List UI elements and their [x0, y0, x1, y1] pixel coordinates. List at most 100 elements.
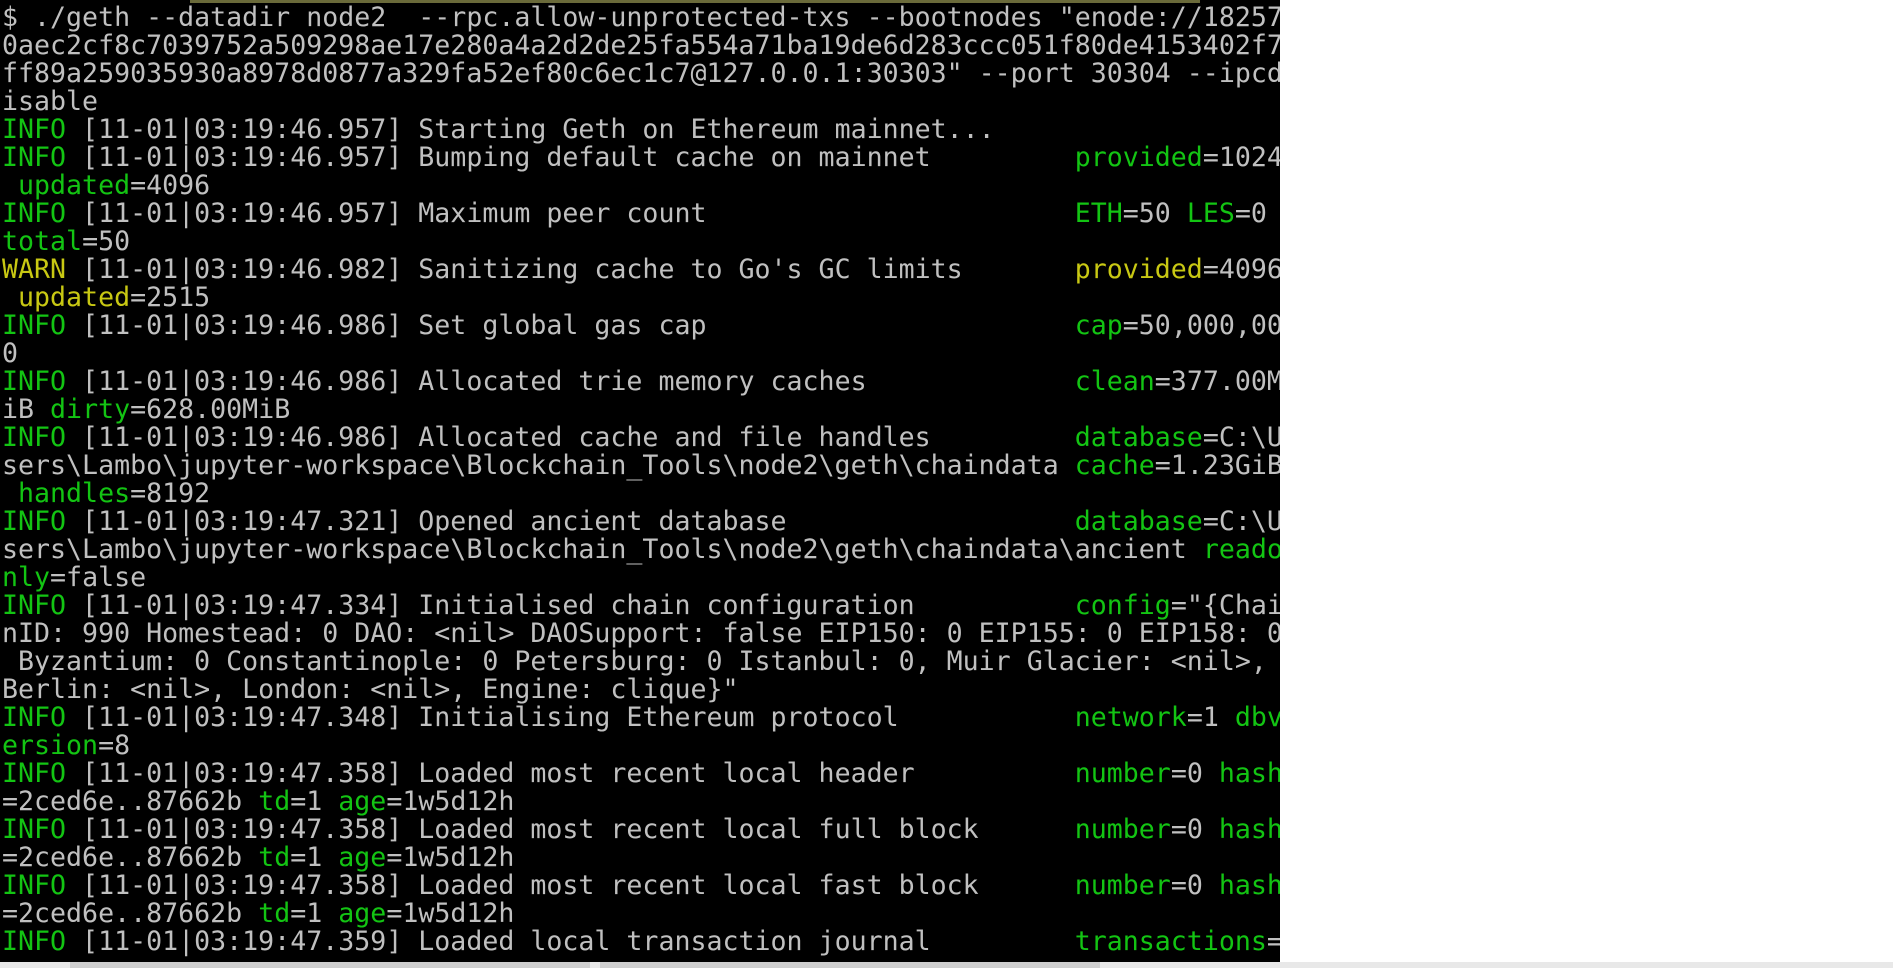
- terminal-text: dirty: [50, 394, 131, 425]
- terminal-text: =1w5d12h: [386, 842, 515, 873]
- terminal-text: $ ./geth --datadir node2 --rpc.allow-unp…: [2, 2, 1280, 33]
- terminal-text: =: [1266, 926, 1280, 957]
- terminal-line: nID: 990 Homestead: 0 DAO: <nil> DAOSupp…: [2, 620, 1280, 648]
- terminal-text: =4096: [130, 170, 211, 201]
- terminal-text: INFO: [2, 310, 67, 341]
- terminal-text: [11-01|03:19:46.957] Bumping default cac…: [66, 142, 1075, 173]
- terminal-line: sers\Lambo\jupyter-workspace\Blockchain_…: [2, 452, 1280, 480]
- terminal-text: =1.23GiB: [1154, 450, 1280, 481]
- terminal-text: =2ced6e..87662b: [2, 898, 259, 929]
- terminal-text: =50: [1122, 198, 1187, 229]
- terminal-text: number: [1074, 758, 1171, 789]
- terminal-text: total: [2, 226, 83, 257]
- terminal-line: total=50: [2, 228, 1280, 256]
- terminal-text: network: [1074, 702, 1187, 733]
- terminal-text: INFO: [2, 870, 67, 901]
- terminal-line: isable: [2, 88, 1280, 116]
- terminal-text: =50: [82, 226, 131, 257]
- terminal-text: =1: [290, 898, 339, 929]
- terminal-text: nly: [2, 562, 51, 593]
- terminal-text: =1: [290, 786, 339, 817]
- terminal-line: Byzantium: 0 Constantinople: 0 Petersbur…: [2, 648, 1280, 676]
- terminal-text: =1w5d12h: [386, 898, 515, 929]
- terminal-line: updated=2515: [2, 284, 1280, 312]
- terminal-text: =50,000,00: [1122, 310, 1280, 341]
- terminal-text: age: [338, 842, 387, 873]
- terminal-text: =377.00M: [1154, 366, 1280, 397]
- terminal-text: INFO: [2, 758, 67, 789]
- terminal-line: INFO [11-01|03:19:47.358] Loaded most re…: [2, 816, 1280, 844]
- terminal-line: INFO [11-01|03:19:46.957] Starting Geth …: [2, 116, 1280, 144]
- terminal-line: =2ced6e..87662b td=1 age=1w5d12h: [2, 844, 1280, 872]
- terminal-line: handles=8192: [2, 480, 1280, 508]
- terminal-text: sers\Lambo\jupyter-workspace\Blockchain_…: [2, 450, 1075, 481]
- terminal-text: LES: [1186, 198, 1235, 229]
- terminal-text: age: [338, 786, 387, 817]
- terminal-text: updated: [2, 282, 131, 313]
- terminal-text: =1w5d12h: [386, 786, 515, 817]
- terminal-text: td: [258, 786, 291, 817]
- terminal-text: =8: [98, 730, 131, 761]
- terminal-line: INFO [11-01|03:19:46.986] Set global gas…: [2, 312, 1280, 340]
- terminal-text: =2515: [130, 282, 211, 313]
- terminal-text: td: [258, 842, 291, 873]
- terminal-text: [11-01|03:19:46.982] Sanitizing cache to…: [66, 254, 1075, 285]
- terminal-text: updated: [2, 170, 131, 201]
- terminal-text: clean: [1074, 366, 1155, 397]
- terminal-text: ETH: [1074, 198, 1123, 229]
- terminal-text: nID: 990 Homestead: 0 DAO: <nil> DAOSupp…: [2, 618, 1280, 649]
- terminal-text: INFO: [2, 198, 67, 229]
- terminal-text: =C:\U: [1202, 422, 1280, 453]
- terminal-text: =8192: [130, 478, 211, 509]
- terminal-line: nly=false: [2, 564, 1280, 592]
- terminal-text: =0: [1170, 758, 1219, 789]
- terminal-line: =2ced6e..87662b td=1 age=1w5d12h: [2, 788, 1280, 816]
- terminal-text: database: [1074, 422, 1203, 453]
- terminal-text: =2ced6e..87662b: [2, 786, 259, 817]
- terminal-text: number: [1074, 870, 1171, 901]
- terminal-text: provided: [1074, 142, 1203, 173]
- terminal-line: =2ced6e..87662b td=1 age=1w5d12h: [2, 900, 1280, 928]
- terminal-line: INFO [11-01|03:19:47.359] Loaded local t…: [2, 928, 1280, 956]
- terminal-text: ="{Chai: [1170, 590, 1280, 621]
- terminal-line: $ ./geth --datadir node2 --rpc.allow-unp…: [2, 4, 1280, 32]
- terminal-line: INFO [11-01|03:19:47.358] Loaded most re…: [2, 760, 1280, 788]
- terminal-text: 0aec2cf8c7039752a509298ae17e280a4a2d2de2…: [2, 30, 1280, 61]
- taskbar-segment: [70, 962, 590, 968]
- terminal-text: [11-01|03:19:47.358] Loaded most recent …: [66, 758, 1075, 789]
- terminal-text: reado: [1202, 534, 1280, 565]
- terminal-window[interactable]: $ ./geth --datadir node2 --rpc.allow-unp…: [0, 0, 1280, 962]
- terminal-text: =0: [1170, 814, 1219, 845]
- terminal-text: INFO: [2, 506, 67, 537]
- terminal-text: [11-01|03:19:46.986] Allocated cache and…: [66, 422, 1075, 453]
- terminal-line: iB dirty=628.00MiB: [2, 396, 1280, 424]
- terminal-text: [11-01|03:19:46.957] Starting Geth on Et…: [66, 114, 995, 145]
- terminal-text: database: [1074, 506, 1203, 537]
- terminal-text: transactions: [1074, 926, 1267, 957]
- terminal-line: INFO [11-01|03:19:47.358] Loaded most re…: [2, 872, 1280, 900]
- terminal-line: WARN [11-01|03:19:46.982] Sanitizing cac…: [2, 256, 1280, 284]
- terminal-text: [11-01|03:19:47.359] Loaded local transa…: [66, 926, 1075, 957]
- terminal-line: INFO [11-01|03:19:47.348] Initialising E…: [2, 704, 1280, 732]
- terminal-output: $ ./geth --datadir node2 --rpc.allow-unp…: [2, 4, 1280, 956]
- terminal-text: Byzantium: 0 Constantinople: 0 Petersbur…: [2, 646, 1267, 677]
- terminal-text: sers\Lambo\jupyter-workspace\Blockchain_…: [2, 534, 1203, 565]
- terminal-text: [11-01|03:19:47.334] Initialised chain c…: [66, 590, 1075, 621]
- terminal-text: INFO: [2, 926, 67, 957]
- terminal-text: INFO: [2, 366, 67, 397]
- terminal-line: ff89a259035930a8978d0877a329fa52ef80c6ec…: [2, 60, 1280, 88]
- terminal-text: =0: [1170, 870, 1219, 901]
- taskbar-segment: [600, 962, 1100, 968]
- terminal-line: INFO [11-01|03:19:46.957] Maximum peer c…: [2, 200, 1280, 228]
- terminal-text: age: [338, 898, 387, 929]
- terminal-text: [11-01|03:19:47.358] Loaded most recent …: [66, 870, 1075, 901]
- terminal-text: number: [1074, 814, 1171, 845]
- terminal-text: =4096: [1202, 254, 1280, 285]
- terminal-line: 0aec2cf8c7039752a509298ae17e280a4a2d2de2…: [2, 32, 1280, 60]
- terminal-text: =1: [290, 842, 339, 873]
- terminal-text: INFO: [2, 142, 67, 173]
- terminal-text: INFO: [2, 814, 67, 845]
- terminal-text: WARN: [2, 254, 67, 285]
- terminal-text: [11-01|03:19:46.986] Set global gas cap: [66, 310, 1075, 341]
- terminal-text: [11-01|03:19:46.986] Allocated trie memo…: [66, 366, 1075, 397]
